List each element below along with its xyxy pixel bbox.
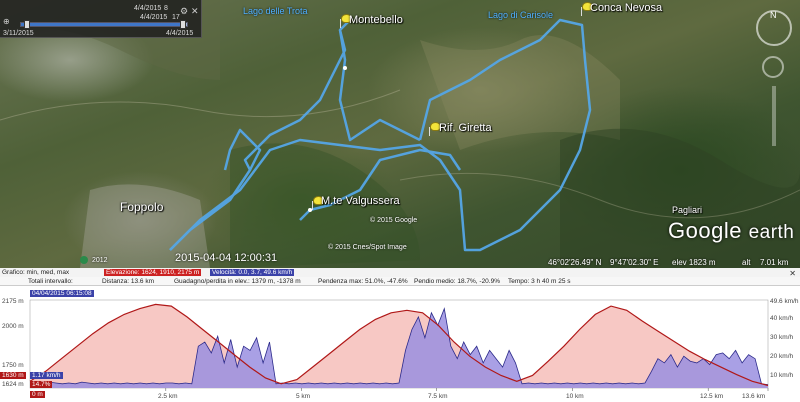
zoom-slider[interactable] xyxy=(772,86,776,146)
y-label-right-2: 30 km/h xyxy=(770,334,794,341)
duration-value: Tempo: 3 h 40 m 25 s xyxy=(508,278,571,285)
copyright-google: © 2015 Google xyxy=(370,217,418,224)
cursor-elevation-badge: 1630 m xyxy=(0,372,26,379)
distance-value: Distanza: 13.6 km xyxy=(102,278,155,285)
status-elevation: elev 1823 m xyxy=(672,258,716,267)
placemark-rif-giretta[interactable]: Rif. Giretta xyxy=(439,122,492,134)
status-longitude: 9°47'02.30" E xyxy=(610,258,659,267)
y-label-right-3: 20 km/h xyxy=(770,353,794,360)
placemark-pagliari[interactable]: Pagliari xyxy=(672,205,702,215)
time-slider-start-handle[interactable] xyxy=(24,20,30,29)
status-latitude: 46°02'26.49" N xyxy=(548,258,602,267)
status-bar: 46°02'26.49" N 9°47'02.30" E elev 1823 m… xyxy=(0,258,800,268)
status-altitude-value: 7.01 km xyxy=(760,258,789,267)
speed-summary[interactable]: Velocità: 0.0, 3.7, 49.6 km/h xyxy=(210,269,295,276)
placemark-foppolo[interactable]: Foppolo xyxy=(120,200,163,214)
google-earth-logo: Google earth xyxy=(668,218,795,243)
time-slider-end-handle[interactable] xyxy=(180,20,186,29)
look-joystick-icon[interactable] xyxy=(762,56,784,78)
slider-right-date: 4/4/2015 xyxy=(166,30,194,37)
valgussera-pin-icon[interactable] xyxy=(311,196,324,210)
elevation-gain-value: Guadagno/perdita in elev.: 1379 m, -1378… xyxy=(174,278,301,285)
zoom-in-icon[interactable]: ⊕ xyxy=(3,17,10,26)
cursor-distance-badge: 0 m xyxy=(30,391,45,398)
slider-top-date-2: 4/4/2015 xyxy=(140,14,168,21)
placemark-valgussera[interactable]: M.te Valgussera xyxy=(321,195,400,207)
time-slider-track[interactable] xyxy=(20,22,188,27)
status-altitude-label: alt xyxy=(742,258,751,267)
lake-carisole-label: Lago di Carisole xyxy=(488,10,554,20)
cursor-slope-badge: 14.7% xyxy=(30,381,53,388)
elevation-profile-panel[interactable]: Grafico: min, med, max Elevazione: 1624,… xyxy=(0,268,800,402)
totals-label: Totali intervallo: xyxy=(28,278,73,285)
time-slider-fill xyxy=(21,23,183,26)
profile-plot[interactable]: 04/04/2015 06:15:08 2175 m 2000 m 1750 m… xyxy=(0,288,800,402)
x-label-0: 2.5 km xyxy=(158,393,178,400)
profile-chart[interactable] xyxy=(0,288,800,402)
placemark-conca-nevosa[interactable]: Conca Nevosa xyxy=(590,2,662,14)
time-slider-panel[interactable]: ⚙ ✕ 4/4/2015 8 4/4/2015 17 ⊕ 3/11/2015 4… xyxy=(0,0,202,38)
x-label-1: 5 km xyxy=(296,393,311,400)
profile-header-totals: Totali intervallo: Distanza: 13.6 km Gua… xyxy=(0,277,800,286)
slider-left-date: 3/11/2015 xyxy=(3,30,34,37)
x-label-5: 13.6 km xyxy=(742,393,766,400)
slider-top-date: 4/4/2015 xyxy=(134,5,162,12)
lake-trota-label: Lago delle Trota xyxy=(243,6,308,16)
montebello-pin-icon[interactable] xyxy=(339,14,352,28)
elevation-summary[interactable]: Elevazione: 1624, 1910, 2175 m xyxy=(104,269,202,276)
map-view[interactable]: ⚙ ✕ 4/4/2015 8 4/4/2015 17 ⊕ 3/11/2015 4… xyxy=(0,0,800,268)
close-icon[interactable]: ✕ xyxy=(191,6,199,17)
rif-giretta-pin-icon[interactable] xyxy=(428,122,441,136)
slope-max-value: Pendenza max: 51.0%, -47.6% xyxy=(318,278,408,285)
y-label-left-0: 2175 m xyxy=(2,298,24,305)
x-label-3: 10 km xyxy=(566,393,584,400)
x-label-4: 12.5 km xyxy=(700,393,724,400)
wrench-icon[interactable]: ⚙ xyxy=(180,6,188,17)
placemark-montebello[interactable]: Montebello xyxy=(349,14,403,26)
cursor-date-badge: 04/04/2015 06:15:08 xyxy=(30,290,94,297)
slope-avg-value: Pendio medio: 18.7%, -20.9% xyxy=(414,278,500,285)
compass-icon[interactable] xyxy=(756,10,792,46)
graph-label: Grafico: min, med, max xyxy=(2,269,70,276)
copyright-cnes: © 2015 Cnes/Spot Image xyxy=(328,244,407,251)
slider-top-value: 8 xyxy=(164,5,168,12)
y-label-left-4: 1624 m xyxy=(2,381,24,388)
y-label-left-1: 2000 m xyxy=(2,323,24,330)
x-label-2: 7.5 km xyxy=(428,393,448,400)
conca-nevosa-pin-icon[interactable] xyxy=(580,2,593,16)
y-label-right-0: 49.6 km/h xyxy=(770,298,799,305)
cursor-speed-badge: 1.17 km/h xyxy=(30,372,63,379)
y-label-right-4: 10 km/h xyxy=(770,372,794,379)
profile-header-summary: Grafico: min, med, max Elevazione: 1624,… xyxy=(0,268,800,278)
slider-top-value-2: 17 xyxy=(172,14,180,21)
y-label-left-2: 1750 m xyxy=(2,362,24,369)
y-label-right-1: 40 km/h xyxy=(770,315,794,322)
